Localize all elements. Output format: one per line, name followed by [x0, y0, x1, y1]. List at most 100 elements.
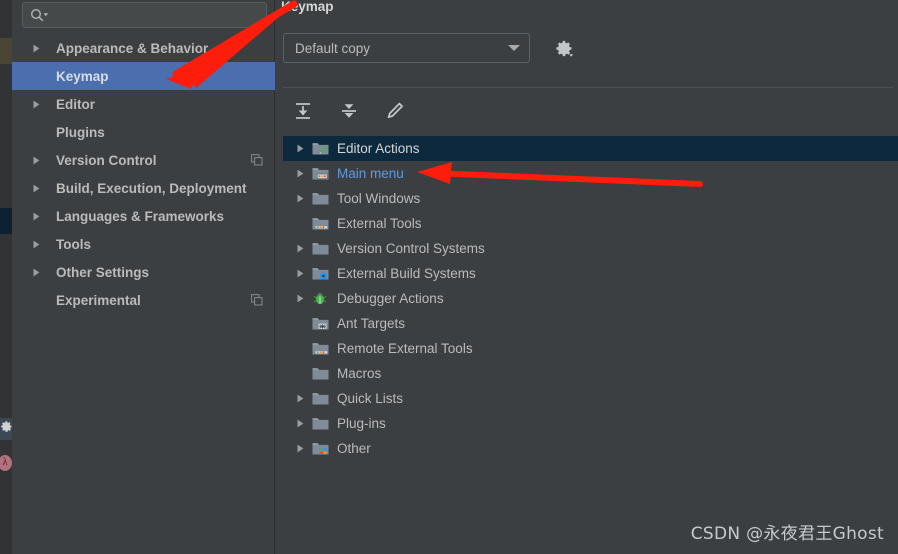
chevron-right-icon[interactable]	[291, 440, 309, 458]
sidebar-item-label: Tools	[56, 236, 91, 252]
keymap-scheme-value: Default copy	[295, 40, 371, 56]
edge-patch-navy	[0, 208, 12, 234]
tree-row[interactable]: External Build Systems	[283, 261, 898, 286]
tree-row[interactable]: Other	[283, 436, 898, 461]
sidebar-item-label: Editor	[56, 96, 95, 112]
tree-row-label: Remote External Tools	[337, 341, 473, 356]
chevron-right-icon[interactable]	[291, 240, 309, 258]
keymap-tree-toolbar	[290, 98, 408, 124]
tree-row[interactable]: Tool Windows	[283, 186, 898, 211]
chevron-right-icon[interactable]	[291, 265, 309, 283]
sidebar-item-version-control[interactable]: Version Control	[12, 146, 275, 174]
chevron-right-icon[interactable]	[31, 43, 41, 53]
ide-left-edge-strip: λ	[0, 0, 12, 554]
tree-row-label: Tool Windows	[337, 191, 421, 206]
chevron-right-icon[interactable]	[31, 99, 41, 109]
tree-row-label: Other	[337, 441, 371, 456]
sidebar-item-plugins[interactable]: Plugins	[12, 118, 275, 146]
edit-shortcut-button[interactable]	[382, 98, 408, 124]
chevron-right-icon[interactable]	[291, 190, 309, 208]
folder-icon	[309, 365, 331, 383]
sidebar-item-label: Version Control	[56, 152, 157, 168]
settings-category-list: Appearance & Behavior Keymap Editor Plug…	[12, 34, 275, 314]
collapse-all-button[interactable]	[336, 98, 362, 124]
keymap-scheme-row: Default copy	[283, 33, 576, 63]
chevron-right-icon[interactable]	[291, 415, 309, 433]
search-input[interactable]	[22, 2, 267, 28]
chevron-right-icon[interactable]	[291, 165, 309, 183]
gear-icon	[0, 420, 13, 438]
sidebar-item-label: Keymap	[56, 68, 109, 84]
tree-row[interactable]: Debugger Actions	[283, 286, 898, 311]
edge-lambda-button[interactable]: λ	[0, 452, 12, 474]
tree-row[interactable]: Macros	[283, 361, 898, 386]
sidebar-item-editor[interactable]: Editor	[12, 90, 275, 118]
sidebar-item-experimental[interactable]: Experimental	[12, 286, 275, 314]
sidebar-item-label: Build, Execution, Deployment	[56, 180, 247, 196]
chevron-right-icon[interactable]	[31, 183, 41, 193]
keymap-settings-button[interactable]	[552, 36, 576, 60]
chevron-right-icon[interactable]	[291, 390, 309, 408]
settings-sidebar: Appearance & Behavior Keymap Editor Plug…	[12, 0, 275, 554]
chevron-right-icon[interactable]	[31, 239, 41, 249]
tree-row[interactable]: Quick Lists	[283, 386, 898, 411]
folder-menu-icon	[309, 165, 331, 183]
tree-row[interactable]: External Tools	[283, 211, 898, 236]
edge-gear-button[interactable]	[0, 418, 12, 440]
sidebar-item-appearance-behavior[interactable]: Appearance & Behavior	[12, 34, 275, 62]
chevron-right-icon[interactable]	[291, 140, 309, 158]
keymap-panel: Keymap Default copy Editor Actions Main …	[276, 0, 898, 554]
sidebar-item-languages-frameworks[interactable]: Languages & Frameworks	[12, 202, 275, 230]
sidebar-item-label: Appearance & Behavior	[56, 40, 209, 56]
keymap-action-tree: Editor Actions Main menu Tool Windows Ex…	[283, 136, 898, 554]
tree-row[interactable]: Version Control Systems	[283, 236, 898, 261]
tree-row-label: Macros	[337, 366, 382, 381]
expand-all-button[interactable]	[290, 98, 316, 124]
chevron-right-icon[interactable]	[31, 267, 41, 277]
sidebar-item-build-execution-deployment[interactable]: Build, Execution, Deployment	[12, 174, 275, 202]
folder-tools-icon	[309, 215, 331, 233]
folder-icon	[309, 390, 331, 408]
sidebar-item-other-settings[interactable]: Other Settings	[12, 258, 275, 286]
sidebar-item-tools[interactable]: Tools	[12, 230, 275, 258]
sidebar-item-label: Plugins	[56, 124, 105, 140]
tree-row[interactable]: Editor Actions	[283, 136, 898, 161]
keymap-scheme-select[interactable]: Default copy	[283, 33, 530, 63]
tree-row[interactable]: Ant Targets	[283, 311, 898, 336]
tree-row[interactable]: Plug-ins	[283, 411, 898, 436]
tree-row[interactable]: Remote External Tools	[283, 336, 898, 361]
gear-icon	[555, 40, 573, 57]
chevron-right-icon[interactable]	[31, 211, 41, 221]
sidebar-item-keymap[interactable]: Keymap	[12, 62, 275, 90]
copy-icon[interactable]	[251, 154, 263, 166]
tree-row-label: Editor Actions	[337, 141, 420, 156]
folder-gear-icon	[309, 265, 331, 283]
tree-row-label: Main menu	[337, 166, 404, 181]
folder-tools-icon	[309, 340, 331, 358]
lambda-icon: λ	[0, 455, 12, 471]
bug-icon	[309, 290, 331, 308]
copy-icon[interactable]	[251, 294, 263, 306]
tree-row-label: Version Control Systems	[337, 241, 485, 256]
expand-all-icon	[296, 103, 310, 119]
tree-row-label: Plug-ins	[337, 416, 386, 431]
pencil-icon	[387, 102, 403, 119]
tree-row-label: External Tools	[337, 216, 422, 231]
search-field-wrapper[interactable]	[22, 2, 267, 28]
chevron-right-icon[interactable]	[291, 290, 309, 308]
settings-dialog: λ Appearance & Behavior Keymap Editor Pl…	[0, 0, 898, 554]
sidebar-item-label: Experimental	[56, 292, 141, 308]
edge-patch-olive	[0, 38, 12, 64]
tree-row-label: Ant Targets	[337, 316, 406, 331]
folder-icon	[309, 190, 331, 208]
search-icon	[29, 7, 51, 23]
sidebar-item-label: Languages & Frameworks	[56, 208, 225, 224]
chevron-right-icon[interactable]	[31, 155, 41, 165]
folder-dots-icon	[309, 440, 331, 458]
page-title: Keymap	[281, 0, 334, 14]
tree-row[interactable]: Main menu	[283, 161, 898, 186]
